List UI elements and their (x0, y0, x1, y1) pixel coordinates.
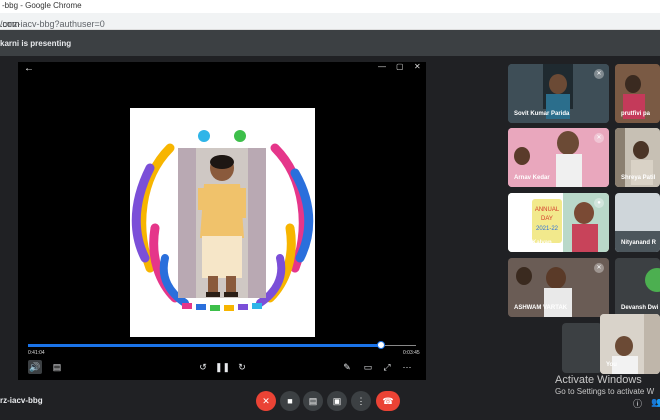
stage-header: ← — ▢ ✕ (18, 62, 426, 76)
window-title: -bbg - Google Chrome (2, 1, 82, 10)
banner-line1: ANNUAL (535, 207, 560, 213)
presentation-stage: ← — ▢ ✕ 0:41:04 0:03:45 🔊 ▤ ↺ ❚❚ ↻ ✎ ▭ ⤢… (18, 62, 426, 380)
presenting-bar: karni is presenting (0, 30, 660, 56)
participant-name: Devansh Dwi (621, 305, 659, 311)
browser-titlebar: -bbg - Google Chrome (0, 0, 660, 13)
present-icon[interactable]: ▣ (327, 391, 347, 411)
mic-off-icon: ✕ (594, 69, 604, 79)
slide-artwork (130, 108, 315, 337)
windows-activation-watermark: Activate Windows Go to Settings to activ… (555, 374, 654, 396)
camera-icon[interactable]: ■ (280, 391, 300, 411)
watermark-title: Activate Windows (555, 374, 642, 386)
pen-icon[interactable]: ✎ (340, 360, 354, 374)
presenting-label: karni is presenting (0, 39, 72, 48)
close-icon[interactable]: ✕ (414, 62, 421, 71)
video-progress-fill[interactable] (28, 344, 383, 347)
banner-line2: DAY (541, 216, 553, 222)
forward-icon[interactable]: ↻ (235, 360, 249, 374)
minimize-icon[interactable]: — (378, 62, 386, 71)
participant-name: Kavin Kalyan (514, 240, 552, 246)
more-vert-icon[interactable]: ⋮ (351, 391, 371, 411)
watermark-subtitle: Go to Settings to activate W (555, 387, 655, 396)
participant-tile[interactable]: prutfivi pa (615, 64, 660, 123)
volume-icon[interactable]: 🔊 (28, 360, 42, 374)
address-bar[interactable]: .com/mrz-iacv-bbg?authuser=0 (0, 13, 660, 30)
mic-off-icon[interactable]: ✕ (256, 391, 276, 411)
back-arrow-icon[interactable]: ← (24, 63, 34, 74)
participant-name: prutfivi pa (621, 111, 651, 117)
banner-line3: 2021-22 (536, 226, 559, 232)
participant-tile[interactable]: Nityanand R (615, 193, 660, 252)
url-path: /mrz-iacv-bbg?authuser=0 (0, 19, 105, 29)
self-name: You (606, 362, 617, 368)
restore-icon[interactable]: ▢ (396, 62, 404, 71)
current-time: 0:41:04 (28, 350, 45, 356)
shared-slide (130, 108, 315, 337)
participant-tile[interactable]: Shreya Patil (615, 128, 660, 187)
participant-tile[interactable]: ✕ ASHWAM VARTAK (508, 258, 609, 317)
self-tile-placeholder (562, 323, 602, 373)
people-icon[interactable]: 👥 (651, 397, 660, 408)
participant-tile[interactable]: ✕ Arnav Kedar (508, 128, 609, 187)
mic-off-icon: ✕ (594, 133, 604, 143)
info-icon[interactable]: ⓘ (633, 397, 642, 410)
participant-name: Arnav Kedar (514, 175, 550, 181)
participant-name: Shreya Patil (621, 175, 656, 181)
participant-name: Nityanand R (621, 240, 657, 246)
fullscreen-icon[interactable]: ⤢ (380, 360, 394, 374)
mic-off-icon: ✕ (594, 263, 604, 273)
participant-name: Sovit Kumar Parida (514, 111, 570, 117)
self-view-tile[interactable]: You (600, 314, 660, 374)
rewind-icon[interactable]: ↺ (196, 360, 210, 374)
video-scrubber[interactable] (377, 341, 385, 349)
participant-tile[interactable]: Devansh Dwi (615, 258, 660, 317)
captions-icon[interactable]: ▤ (50, 360, 64, 374)
participant-tile[interactable]: ANNUAL DAY 2021-22 ● Kavin Kalyan (508, 193, 609, 252)
captions-icon[interactable]: ▤ (303, 391, 323, 411)
participant-tile[interactable]: ✕ Sovit Kumar Parida (508, 64, 609, 123)
duration-time: 0:03:45 (403, 350, 420, 356)
participant-name: ASHWAM VARTAK (514, 305, 568, 311)
meeting-code: rz-iacv-bbg (0, 396, 43, 405)
mic-icon: ● (594, 198, 604, 208)
video-progress-track[interactable] (383, 345, 416, 346)
end-call-icon[interactable]: ☎ (376, 391, 400, 411)
pause-icon[interactable]: ❚❚ (215, 360, 230, 374)
pip-icon[interactable]: ▭ (361, 360, 375, 374)
more-icon[interactable]: ⋯ (400, 360, 414, 374)
